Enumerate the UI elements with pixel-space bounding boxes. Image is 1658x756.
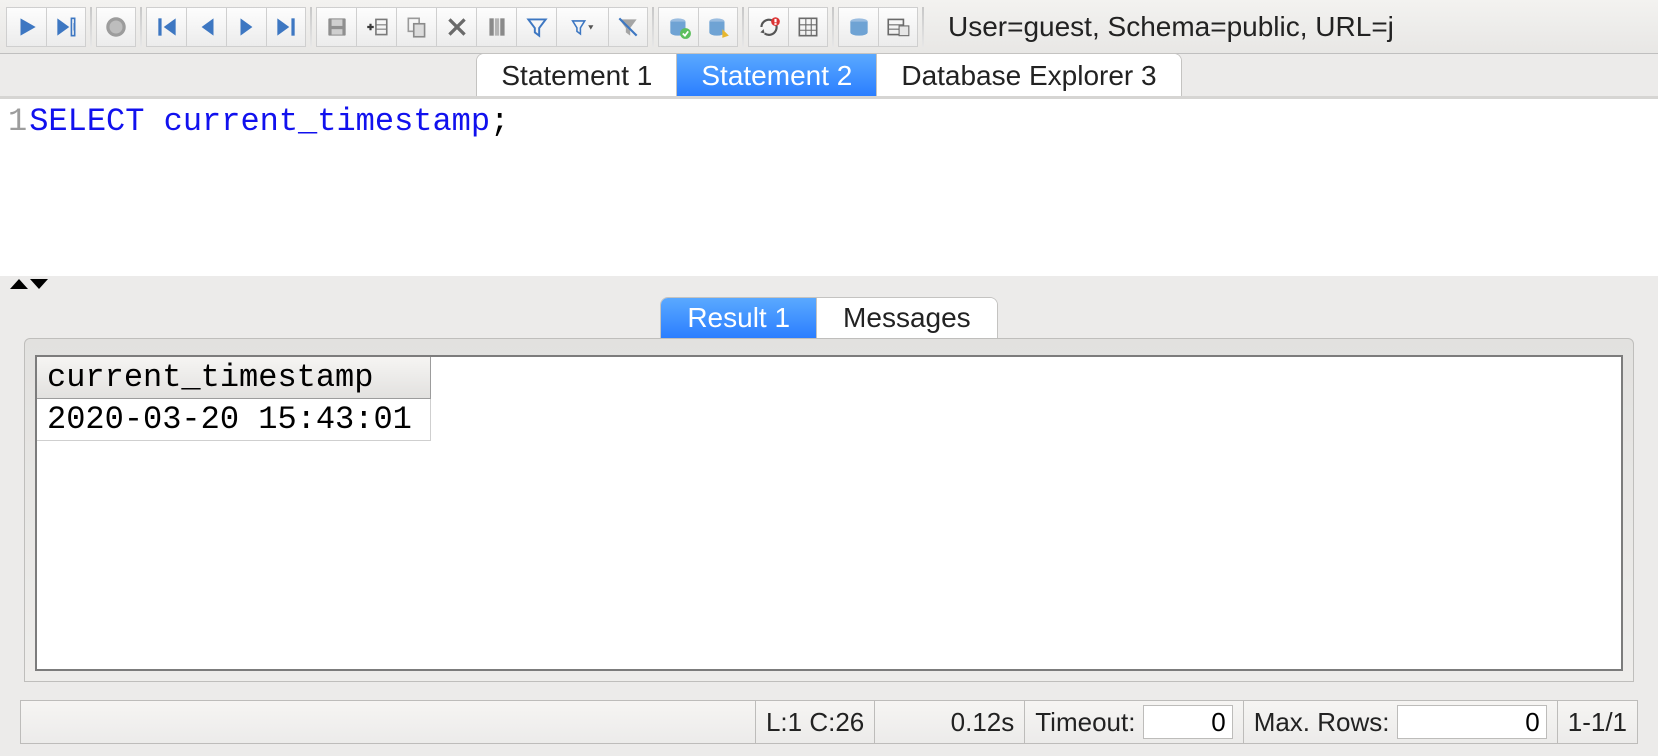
last-icon — [273, 14, 299, 40]
result-panel: current_timestamp 2020-03-20 15:43:01 — [24, 338, 1634, 682]
filter-dropdown-button[interactable] — [556, 7, 608, 47]
sql-code: SELECT current_timestamp; — [29, 103, 509, 272]
rows-range: 1-1/1 — [1557, 701, 1637, 743]
play-icon — [14, 14, 40, 40]
cursor-position: L:1 C:26 — [755, 701, 874, 743]
timeout-wrapper: Timeout: — [1024, 701, 1242, 743]
duplicate-row-button[interactable] — [396, 7, 436, 47]
tab-statement-2[interactable]: Statement 2 — [677, 54, 877, 96]
expand-up-icon — [10, 279, 28, 289]
toolbar-separator — [922, 7, 924, 47]
prev-record-button[interactable] — [186, 7, 226, 47]
delete-row-button[interactable] — [436, 7, 476, 47]
toolbar-separator — [140, 7, 142, 47]
toolbar-separator — [90, 7, 92, 47]
db-browser-button[interactable] — [838, 7, 878, 47]
result-grid[interactable]: current_timestamp 2020-03-20 15:43:01 — [35, 355, 1623, 671]
max-rows-wrapper: Max. Rows: — [1243, 701, 1557, 743]
next-record-button[interactable] — [226, 7, 266, 47]
stop-button[interactable] — [96, 7, 136, 47]
clear-filter-button[interactable] — [608, 7, 648, 47]
last-record-button[interactable] — [266, 7, 306, 47]
svg-text:I: I — [73, 21, 76, 33]
refresh-button[interactable] — [748, 7, 788, 47]
filter-button[interactable] — [516, 7, 556, 47]
first-icon — [154, 14, 180, 40]
sql-identifier: current_timestamp — [144, 103, 490, 140]
db-icon — [846, 14, 872, 40]
table-header-row: current_timestamp — [37, 357, 430, 399]
funnel-dropdown-icon — [570, 14, 596, 40]
statement-tabs-row: Statement 1 Statement 2 Database Explore… — [0, 54, 1658, 98]
tab-messages[interactable]: Messages — [817, 298, 997, 338]
max-rows-input[interactable] — [1397, 705, 1547, 739]
table-view-icon — [885, 14, 911, 40]
sql-editor[interactable]: 1 SELECT current_timestamp; — [0, 98, 1658, 276]
first-record-button[interactable] — [146, 7, 186, 47]
save-button[interactable] — [316, 7, 356, 47]
rollback-button[interactable] — [698, 7, 738, 47]
table-view-button[interactable] — [878, 7, 918, 47]
next-icon — [234, 14, 260, 40]
run-button[interactable] — [6, 7, 46, 47]
tab-result-1[interactable]: Result 1 — [661, 298, 817, 338]
play-cursor-icon: I — [53, 14, 79, 40]
toolbar: I — [0, 0, 1658, 54]
stop-icon — [103, 14, 129, 40]
sql-punct: ; — [490, 103, 509, 140]
sql-keyword: SELECT — [29, 103, 144, 140]
timeout-input[interactable] — [1143, 705, 1233, 739]
column-header[interactable]: current_timestamp — [37, 357, 430, 399]
split-handle[interactable] — [0, 276, 1658, 292]
clear-filter-icon — [615, 14, 641, 40]
insert-row-icon — [364, 14, 390, 40]
status-empty — [21, 701, 755, 743]
status-bar: L:1 C:26 0.12s Timeout: Max. Rows: 1-1/1 — [20, 700, 1638, 744]
refresh-icon — [756, 14, 782, 40]
toolbar-separator — [310, 7, 312, 47]
toolbar-separator — [742, 7, 744, 47]
prev-icon — [194, 14, 220, 40]
columns-button[interactable] — [476, 7, 516, 47]
grid-options-button[interactable] — [788, 7, 828, 47]
tab-statement-1[interactable]: Statement 1 — [477, 54, 677, 96]
table-cell[interactable]: 2020-03-20 15:43:01 — [37, 399, 430, 441]
toolbar-separator — [652, 7, 654, 47]
max-rows-label: Max. Rows: — [1254, 707, 1390, 738]
toolbar-separator — [832, 7, 834, 47]
connection-status: User=guest, Schema=public, URL=j — [948, 11, 1652, 43]
tab-database-explorer-3[interactable]: Database Explorer 3 — [877, 54, 1180, 96]
insert-row-button[interactable] — [356, 7, 396, 47]
elapsed-time: 0.12s — [874, 701, 1024, 743]
duplicate-row-icon — [404, 14, 430, 40]
expand-down-icon — [30, 279, 48, 289]
db-commit-icon — [666, 14, 692, 40]
result-tabs-row: Result 1 Messages — [0, 292, 1658, 338]
run-to-cursor-button[interactable]: I — [46, 7, 86, 47]
grid-icon — [795, 14, 821, 40]
line-number: 1 — [8, 103, 29, 272]
funnel-icon — [524, 14, 550, 40]
delete-icon — [444, 14, 470, 40]
timeout-label: Timeout: — [1035, 707, 1135, 738]
columns-icon — [484, 14, 510, 40]
save-icon — [324, 14, 350, 40]
commit-button[interactable] — [658, 7, 698, 47]
table-row[interactable]: 2020-03-20 15:43:01 — [37, 399, 430, 441]
db-rollback-icon — [705, 14, 731, 40]
